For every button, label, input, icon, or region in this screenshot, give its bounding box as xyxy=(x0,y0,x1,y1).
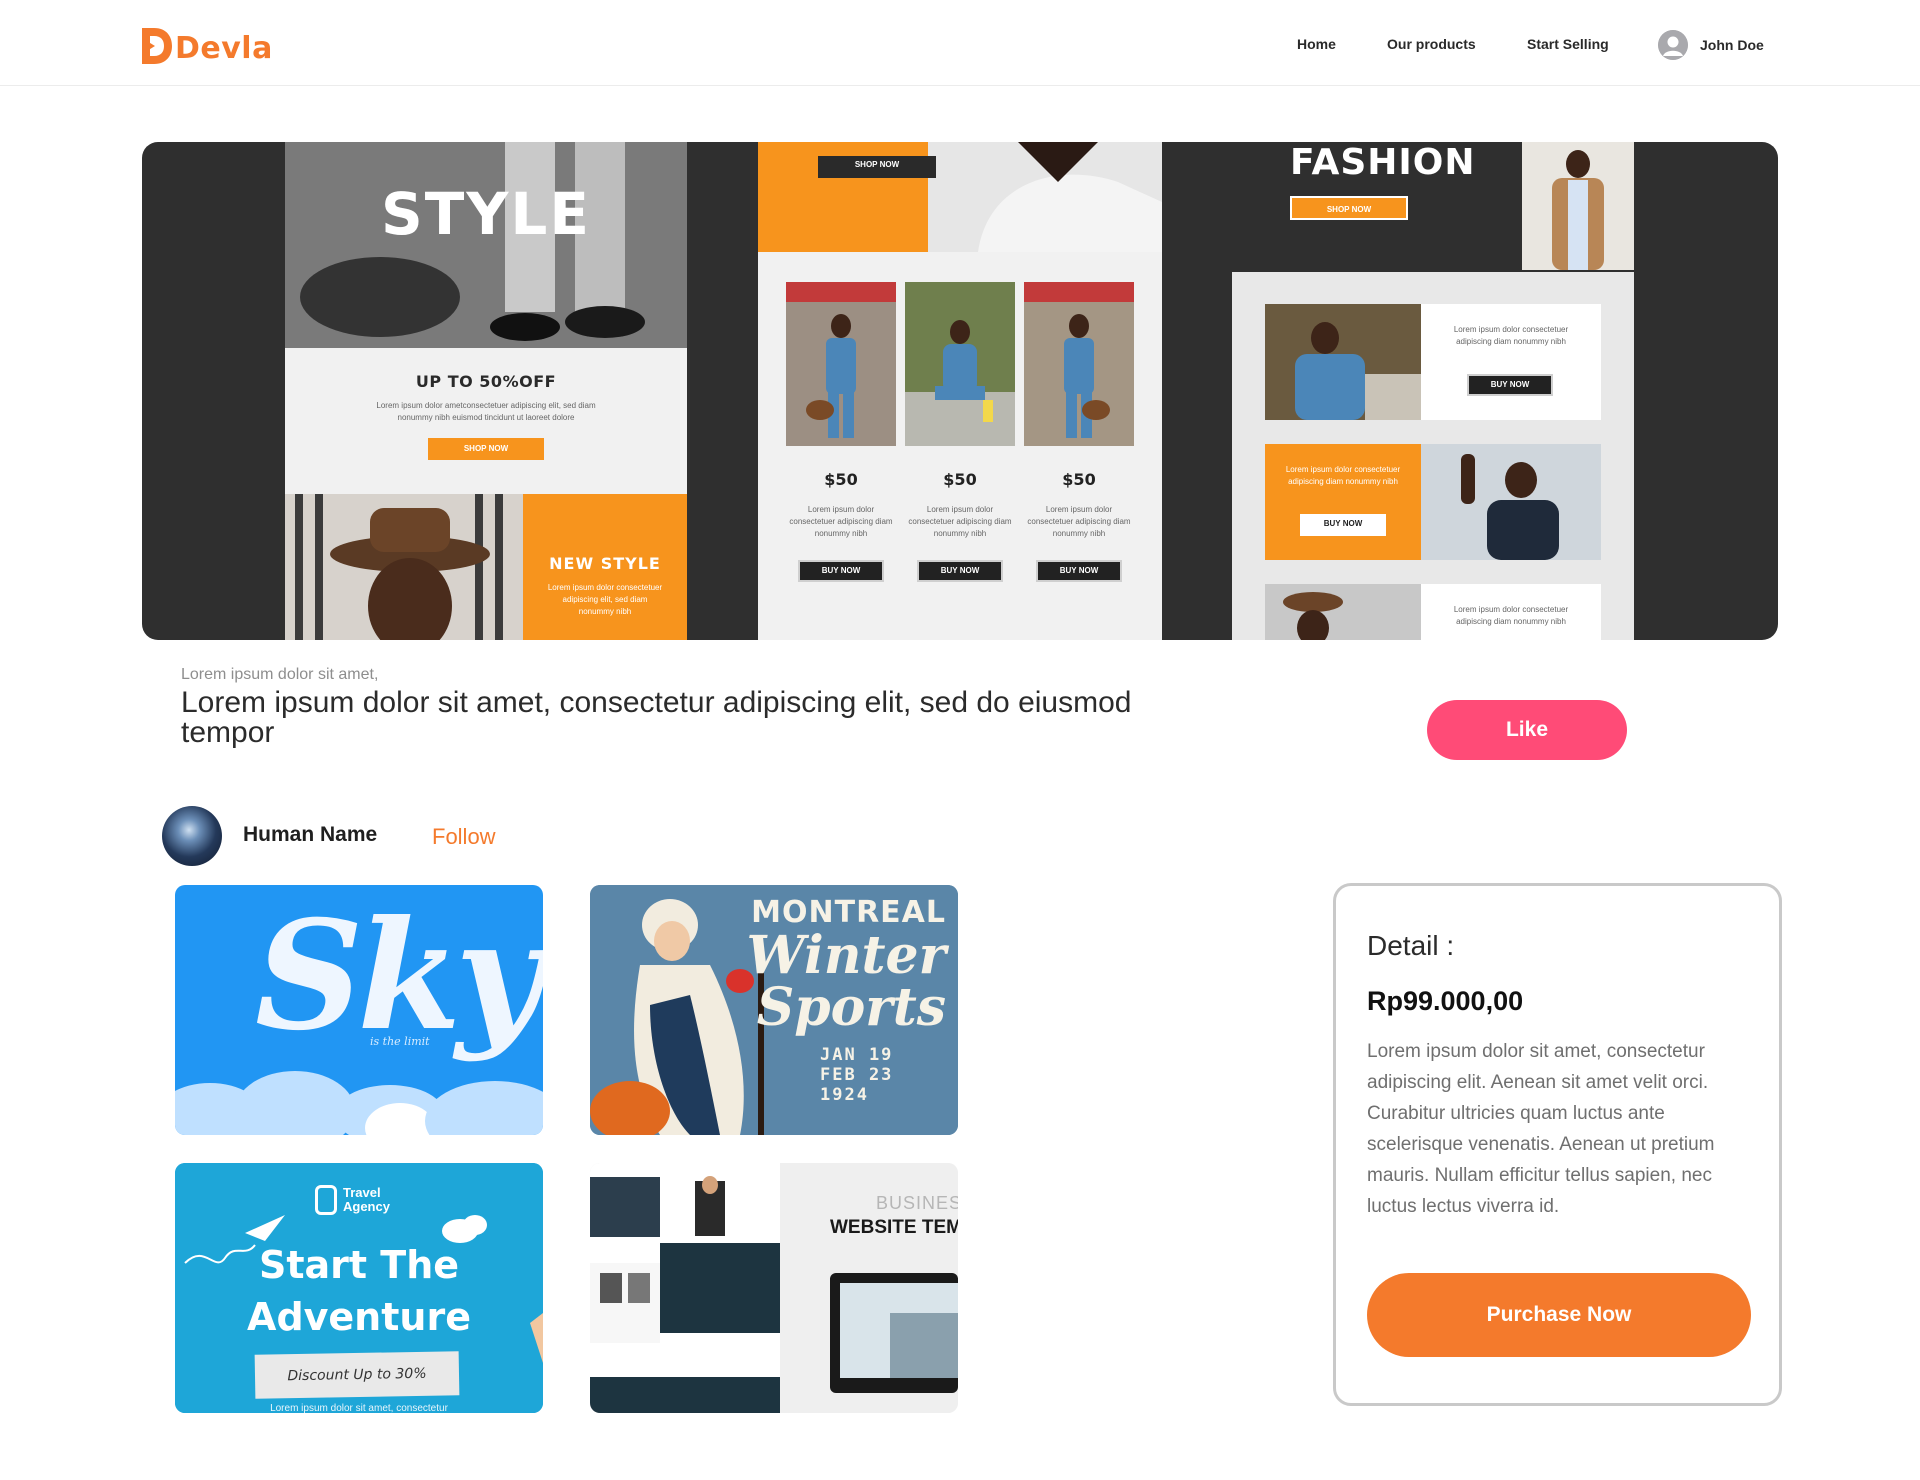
fashion-block-2-text: Lorem ipsum dolor consectetuer adipiscin… xyxy=(1265,444,1421,560)
travel-agency-discount: Discount Up to 30% xyxy=(254,1351,460,1399)
fashion-block-2-body: Lorem ipsum dolor consectetuer adipiscin… xyxy=(1285,465,1401,486)
fashion-block-1-text: Lorem ipsum dolor consectetuer adipiscin… xyxy=(1421,304,1601,420)
main-nav: Home Our products Start Selling John Doe xyxy=(0,30,1920,60)
travel-agency-title-line2: Adventure xyxy=(247,1295,471,1339)
map-pin-icon xyxy=(315,1185,337,1215)
winter-sports-date-3: 1924 xyxy=(820,1085,869,1105)
product-1-buy-now-button[interactable]: BUY NOW xyxy=(798,560,884,582)
product-2-buy-now-button[interactable]: BUY NOW xyxy=(917,560,1003,582)
product-card-2-photo xyxy=(905,282,1015,446)
user-name: John Doe xyxy=(1700,37,1764,53)
winter-sports-line2: Sports xyxy=(756,977,946,1038)
style-photo: STYLE xyxy=(285,142,687,348)
travel-agency-title-line1: Start The xyxy=(258,1243,460,1287)
fashion-block-2-buy-now-button[interactable]: BUY NOW xyxy=(1300,514,1386,536)
product-card-3-photo xyxy=(1024,282,1134,446)
fashion-block-3-text: Lorem ipsum dolor consectetuer adipiscin… xyxy=(1421,584,1601,640)
product-2-body: Lorem ipsum dolor consectetuer adipiscin… xyxy=(908,505,1012,538)
product-3-price: $50 xyxy=(1062,470,1096,489)
winter-sports-dates: JAN 19 FEB 23 1924 xyxy=(820,1045,893,1105)
style-shop-now-button[interactable]: SHOP NOW xyxy=(428,438,544,460)
cloud-shape xyxy=(425,1081,543,1135)
like-button[interactable]: Like xyxy=(1427,700,1627,760)
sky-tagline: is the limit xyxy=(370,1035,430,1048)
travel-agency-footer: Lorem ipsum dolor sit amet, consectetur xyxy=(270,1403,448,1413)
winter-sports-date-2: FEB 23 xyxy=(820,1065,894,1085)
product-1-body: Lorem ipsum dolor consectetuer adipiscin… xyxy=(789,505,893,538)
nav-our-products[interactable]: Our products xyxy=(1387,36,1476,52)
hero-banner: STYLE UP TO 50%OFF Lorem ipsum dolor ame… xyxy=(142,142,1778,640)
business-template-title: WEBSITE TEMI xyxy=(830,1217,958,1238)
fashion-block-3-photo xyxy=(1265,584,1421,640)
gallery-thumb-business-template[interactable]: BUSINESS WEBSITE TEMI xyxy=(590,1163,958,1413)
travel-agency-brand: Travel Agency xyxy=(315,1185,390,1215)
fashion-top-photo xyxy=(1522,142,1634,270)
author-name[interactable]: Human Name xyxy=(243,823,377,847)
follow-button[interactable]: Follow xyxy=(432,824,496,850)
new-style-title: NEW STYLE xyxy=(549,554,661,573)
winter-sports-line1: Winter xyxy=(746,925,946,986)
detail-card: Detail : Rp99.000,00 Lorem ipsum dolor s… xyxy=(1333,883,1782,1406)
gallery-thumb-winter-sports[interactable]: MONTREAL Winter Sports JAN 19 FEB 23 192… xyxy=(590,885,958,1135)
fashion-block-2-photo xyxy=(1421,444,1601,560)
cloud-shape xyxy=(235,1071,355,1135)
fashion-block-1-body: Lorem ipsum dolor consectetuer adipiscin… xyxy=(1453,325,1569,346)
fashion-headline: FASHION xyxy=(1290,142,1476,183)
new-style-body: Lorem ipsum dolor consectetuer adipiscin… xyxy=(547,583,663,616)
winter-sports-date-1: JAN 19 xyxy=(820,1045,894,1065)
hero-panel-style: STYLE UP TO 50%OFF Lorem ipsum dolor ame… xyxy=(285,142,687,640)
product-3-body: Lorem ipsum dolor consectetuer adipiscin… xyxy=(1027,505,1131,538)
style-headline: STYLE xyxy=(381,180,591,248)
detail-price: Rp99.000,00 xyxy=(1367,986,1524,1016)
travel-agency-brand-line2: Agency xyxy=(343,1199,390,1214)
author-avatar[interactable] xyxy=(162,806,222,866)
winter-sports-title: MONTREAL Winter Sports xyxy=(746,895,946,1034)
user-menu[interactable]: John Doe xyxy=(1658,30,1764,60)
product-2-price: $50 xyxy=(943,470,977,489)
detail-label: Detail : xyxy=(1367,930,1455,961)
hero-panel-fashion: FASHION SHOP NOW Lorem ipsum dolor conse… xyxy=(1162,142,1634,640)
product-subtitle: Lorem ipsum dolor sit amet, xyxy=(181,666,379,683)
detail-description: Lorem ipsum dolor sit amet, consectetur … xyxy=(1367,1041,1715,1217)
style-hat-photo xyxy=(285,494,523,640)
business-template-category: BUSINESS xyxy=(876,1193,958,1213)
fashion-block-3-body: Lorem ipsum dolor consectetuer adipiscin… xyxy=(1453,605,1569,626)
user-avatar-icon xyxy=(1658,30,1688,60)
top-navbar: Devla Home Our products Start Selling Jo… xyxy=(0,0,1920,86)
nav-start-selling[interactable]: Start Selling xyxy=(1527,36,1609,52)
fashion-block-1-buy-now-button[interactable]: BUY NOW xyxy=(1467,374,1553,396)
product-title: Lorem ipsum dolor sit amet, consectetur … xyxy=(181,686,1132,749)
nav-home[interactable]: Home xyxy=(1297,36,1336,52)
fashion-shop-now-button[interactable]: SHOP NOW xyxy=(1290,196,1408,220)
fashion-block-1-photo xyxy=(1265,304,1421,420)
hero-panel-products: SHOP NOW $50 Lorem ipsum dolor consectet… xyxy=(758,142,1162,640)
product-card-1-photo xyxy=(786,282,896,446)
style-body-text: Lorem ipsum dolor ametconsectetuer adipi… xyxy=(376,401,596,422)
product-3-buy-now-button[interactable]: BUY NOW xyxy=(1036,560,1122,582)
travel-agency-title: Start The Adventure xyxy=(175,1239,543,1343)
gallery-thumb-sky[interactable]: Sky is the limit xyxy=(175,885,543,1135)
style-sale-text: UP TO 50%OFF xyxy=(415,372,557,391)
product-1-price: $50 xyxy=(824,470,858,489)
travel-agency-brand-line1: Travel xyxy=(343,1185,381,1200)
new-style-box: NEW STYLE Lorem ipsum dolor consectetuer… xyxy=(523,494,687,640)
purchase-now-button[interactable]: Purchase Now xyxy=(1367,1273,1751,1357)
products-shop-now-button[interactable]: SHOP NOW xyxy=(818,156,936,178)
gallery-thumb-travel-agency[interactable]: Travel Agency Start The Adventure Discou… xyxy=(175,1163,543,1413)
